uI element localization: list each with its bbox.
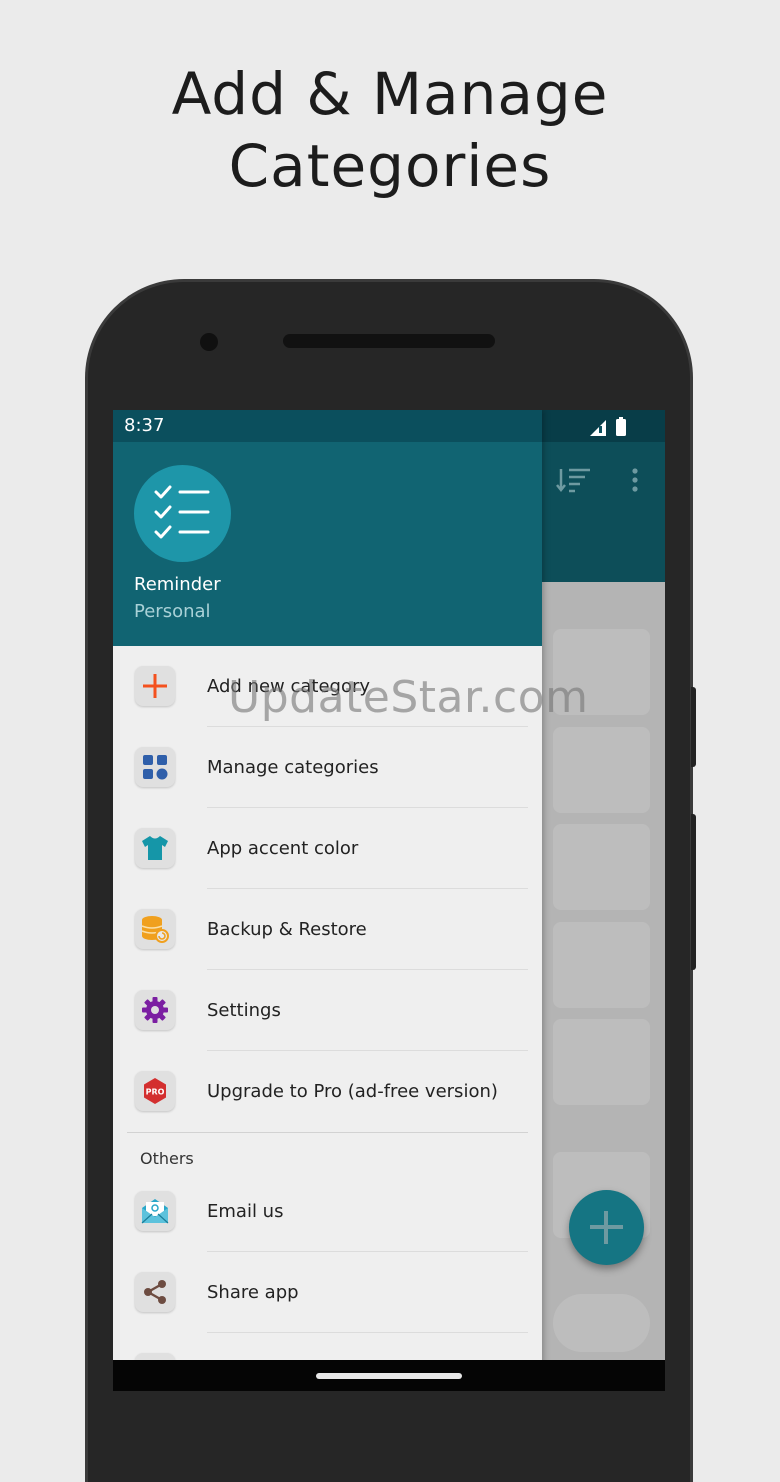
system-navigation-bar	[113, 1360, 665, 1391]
menu-item-label: Email us	[207, 1201, 284, 1222]
tshirt-icon	[142, 836, 168, 860]
menu-item-manage-categories[interactable]: Manage categories	[113, 727, 542, 808]
menu-item-label: Backup & Restore	[207, 919, 367, 940]
sort-icon[interactable]	[556, 467, 592, 493]
battery-icon	[616, 417, 626, 436]
gear-icon	[142, 997, 168, 1023]
power-button	[691, 814, 696, 970]
front-camera	[200, 333, 218, 351]
menu-item-app-accent-color[interactable]: App accent color	[113, 808, 542, 889]
menu-item-backup-restore[interactable]: Backup & Restore	[113, 889, 542, 970]
menu-item-label: Add new category	[207, 676, 371, 697]
drawer-header-title: Reminder	[134, 574, 221, 595]
app-logo	[134, 465, 231, 562]
headline-line-2: Categories	[228, 132, 552, 200]
menu-item-share-app[interactable]: Share app	[113, 1252, 542, 1333]
navigation-drawer: 8:37 Reminder Personal Add new category …	[113, 410, 542, 1391]
drawer-status-bar: 8:37	[113, 410, 542, 442]
grid-icon	[143, 755, 168, 780]
menu-item-label: App accent color	[207, 838, 359, 859]
add-reminder-fab[interactable]	[569, 1190, 644, 1265]
drawer-menu: Add new category Manage categories App a…	[113, 646, 542, 1391]
status-icons	[590, 417, 626, 436]
pro-badge-icon: PRO	[144, 1078, 166, 1104]
headline: Add & Manage Categories	[0, 58, 780, 202]
checklist-icon	[154, 485, 210, 539]
volume-button	[691, 687, 696, 767]
email-icon	[141, 1199, 169, 1224]
menu-item-add-new-category[interactable]: Add new category	[113, 646, 542, 727]
more-vert-icon[interactable]	[631, 468, 639, 492]
phone-screen: 8:37 Reminder Personal Add new category …	[113, 410, 665, 1391]
earpiece-speaker	[283, 334, 495, 348]
status-time: 8:37	[124, 415, 165, 436]
share-icon	[144, 1280, 166, 1304]
section-title-others: Others	[140, 1149, 194, 1168]
drawer-header-subtitle: Personal	[134, 601, 211, 622]
home-gesture-handle[interactable]	[316, 1373, 462, 1379]
plus-icon	[143, 674, 167, 698]
menu-item-email-us[interactable]: Email us	[113, 1171, 542, 1252]
headline-line-1: Add & Manage	[171, 60, 609, 128]
drawer-header: Reminder Personal	[113, 442, 542, 646]
menu-item-label: Manage categories	[207, 757, 379, 778]
signal-icon	[590, 420, 606, 436]
menu-item-label: Settings	[207, 1000, 281, 1021]
menu-item-settings[interactable]: Settings	[113, 970, 542, 1051]
database-restore-icon	[141, 916, 169, 943]
menu-item-upgrade-to-pro[interactable]: PRO Upgrade to Pro (ad-free version)	[113, 1051, 542, 1132]
menu-item-label: Share app	[207, 1282, 299, 1303]
pro-badge-text: PRO	[146, 1088, 165, 1097]
menu-item-label: Upgrade to Pro (ad-free version)	[207, 1081, 498, 1102]
